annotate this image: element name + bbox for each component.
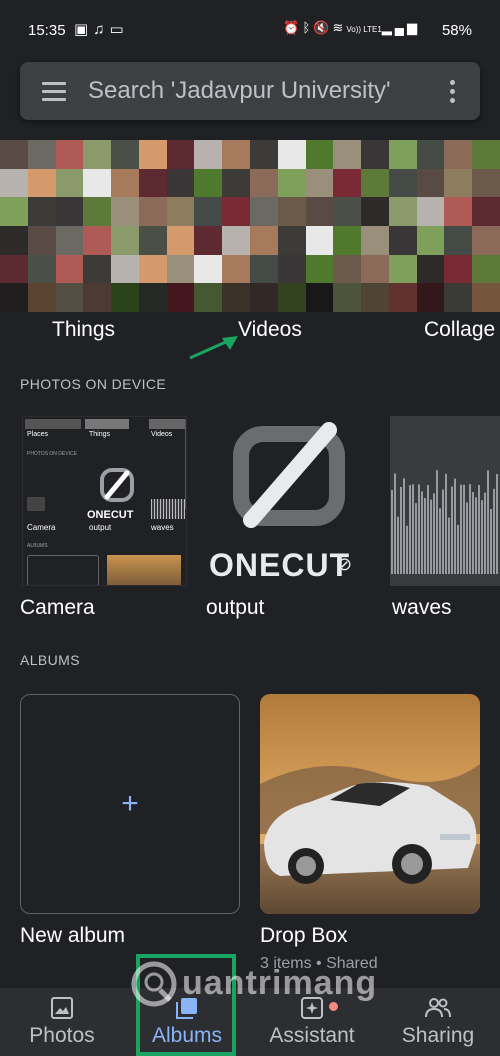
status-time: 15:35 xyxy=(28,22,66,39)
albums-icon xyxy=(176,998,197,1019)
folder-title-camera[interactable]: Camera xyxy=(20,596,95,620)
notification-icons: ▣♫▭ xyxy=(74,20,129,38)
category-thumbnails[interactable] xyxy=(0,140,500,312)
preview-videos: Videos xyxy=(151,431,173,438)
nav-assistant[interactable]: Assistant xyxy=(256,988,368,1056)
preview-waves: waves xyxy=(151,523,174,532)
new-album-label[interactable]: New album xyxy=(20,924,125,948)
photo-icon xyxy=(51,997,73,1019)
bluetooth-icon: ᛒ xyxy=(302,20,314,35)
battery-level: 58% xyxy=(441,22,472,39)
folder-title-waves[interactable]: waves xyxy=(392,596,452,620)
nav-photos-label: Photos xyxy=(29,1024,95,1047)
alarm-icon: ⏰ xyxy=(283,20,303,35)
section-photos-on-device: PHOTOS ON DEVICE xyxy=(20,376,167,392)
preview-albums: ALBUMS xyxy=(27,543,48,549)
message-icon: ▭ xyxy=(109,21,129,38)
system-icons: ⏰ᛒ🔇≋Vo)) LTE1▂▄▆ xyxy=(283,20,420,36)
new-album-button[interactable]: + xyxy=(20,694,240,914)
menu-icon[interactable] xyxy=(42,82,66,101)
folder-title-output[interactable]: output xyxy=(206,596,264,620)
more-options-icon[interactable] xyxy=(450,80,456,107)
onecut-logo xyxy=(233,422,345,528)
wifi-icon: ≋ xyxy=(332,20,347,35)
notification-badge xyxy=(327,1000,340,1013)
nav-photos[interactable]: Photos xyxy=(10,988,114,1056)
drop-box-meta: 3 items • Shared xyxy=(260,955,378,972)
camera-folder-thumbnail[interactable]: Places Things Videos PHOTOS ON DEVICE ON… xyxy=(22,416,187,586)
preview-camera: Camera xyxy=(27,523,56,532)
mute-icon: 🔇 xyxy=(313,20,333,35)
onecut-logo-text: ONECUT xyxy=(209,547,351,583)
annotation-arrow xyxy=(189,336,238,360)
nav-assistant-label: Assistant xyxy=(269,1024,355,1047)
category-things[interactable]: Things xyxy=(52,318,115,342)
onecut-logo-small xyxy=(100,468,134,502)
section-albums: ALBUMS xyxy=(20,652,80,668)
output-folder-thumbnail[interactable]: ONECUT ⊘ xyxy=(205,416,373,586)
search-bar[interactable]: Search 'Jadavpur University' xyxy=(20,62,480,120)
nav-sharing-label: Sharing xyxy=(401,1024,475,1047)
image-icon: ▣ xyxy=(74,21,94,38)
nav-albums[interactable]: Albums xyxy=(140,988,234,1056)
signal-icon: ▂▄▆ xyxy=(381,20,420,35)
drop-box-album-cover[interactable] xyxy=(260,694,480,914)
search-input[interactable]: Search 'Jadavpur University' xyxy=(88,77,391,105)
volte-icon: Vo)) LTE1 xyxy=(346,25,382,34)
nav-sharing[interactable]: Sharing xyxy=(388,988,488,1056)
category-videos[interactable]: Videos xyxy=(238,318,302,342)
preview-output: output xyxy=(89,523,112,532)
music-note-icon: ♫ xyxy=(93,21,110,38)
people-icon xyxy=(425,998,451,1018)
plus-icon: + xyxy=(121,787,139,820)
drop-box-title[interactable]: Drop Box xyxy=(260,924,348,948)
preview-onecut-text: ONECUT xyxy=(87,509,134,521)
preview-section: PHOTOS ON DEVICE xyxy=(27,451,77,457)
preview-things: Things xyxy=(89,431,111,438)
bottom-navigation: Photos Albums Assistant Sharing xyxy=(0,988,500,1056)
nav-albums-label: Albums xyxy=(151,1024,223,1047)
assistant-icon xyxy=(301,997,323,1019)
status-bar: 15:35 ▣♫▭ ⏰ᛒ🔇≋Vo)) LTE1▂▄▆ 58% xyxy=(0,0,500,60)
category-collage[interactable]: Collage xyxy=(424,318,495,342)
waveform-image xyxy=(391,470,498,574)
waves-folder-thumbnail[interactable] xyxy=(390,416,500,586)
car-photo xyxy=(260,694,480,914)
preview-places: Places xyxy=(27,431,49,438)
cloud-off-icon: ⊘ xyxy=(337,554,353,574)
